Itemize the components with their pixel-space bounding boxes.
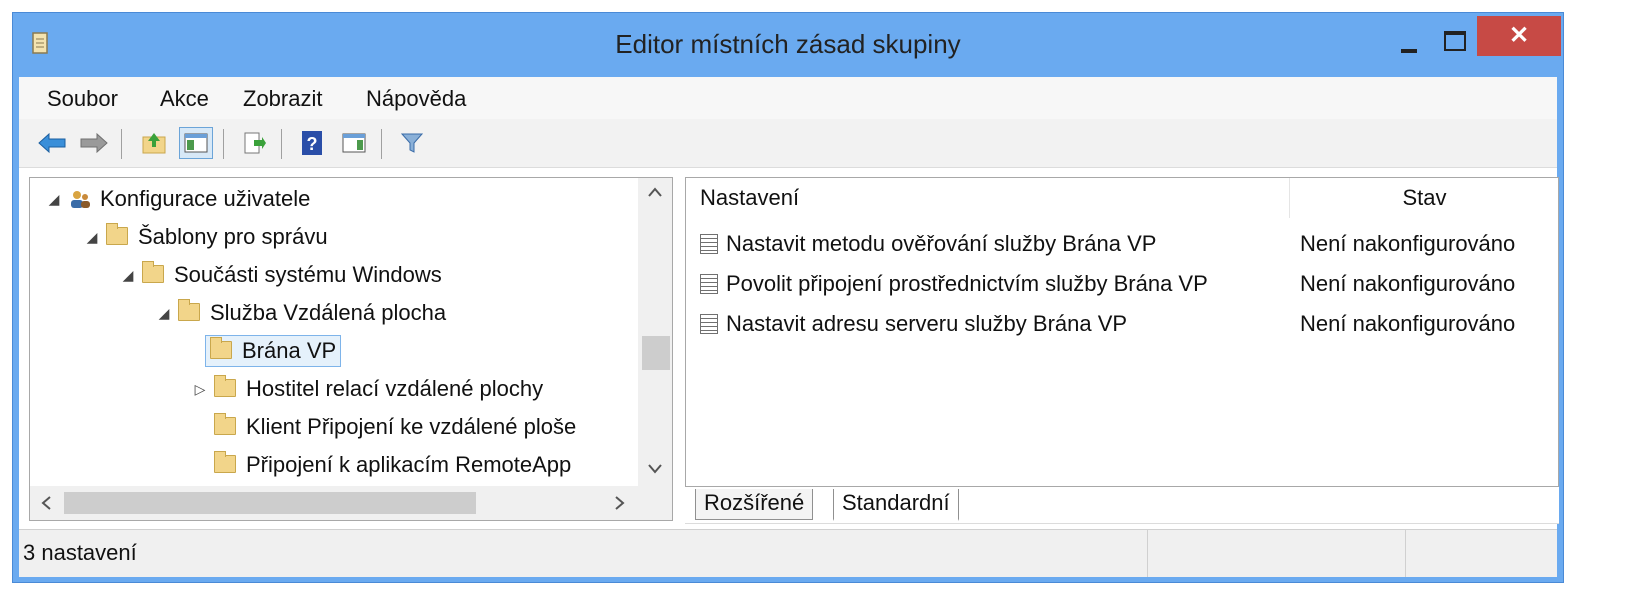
collapse-icon[interactable]: ◢ — [154, 305, 174, 322]
minimize-button[interactable] — [1385, 23, 1431, 61]
collapse-icon[interactable]: ◢ — [44, 191, 64, 208]
list-row[interactable]: Nastavit adresu serveru služby Brána VP … — [686, 304, 1558, 344]
setting-name: Povolit připojení prostřednictvím služby… — [726, 271, 1208, 296]
policy-setting-icon — [700, 234, 718, 254]
vertical-scroll-thumb[interactable] — [642, 336, 670, 370]
tree-item-konfigurace-uzivatele[interactable]: ◢ Konfigurace uživatele — [44, 181, 311, 217]
menu-napoveda[interactable]: Nápověda — [366, 86, 466, 112]
folder-icon — [214, 413, 236, 435]
setting-state: Není nakonfigurováno — [1300, 271, 1516, 296]
folder-icon — [178, 299, 200, 321]
column-header-nastaveni[interactable]: Nastavení — [686, 178, 1290, 218]
expand-icon[interactable]: ▷ — [190, 381, 210, 398]
export-list-icon[interactable] — [237, 127, 271, 159]
scroll-right-icon[interactable] — [614, 495, 626, 511]
tree-item-sluzba-vzdalena-plocha[interactable]: ◢ Služba Vzdálená plocha — [154, 295, 446, 331]
toolbar-separator — [223, 129, 224, 159]
forward-arrow-icon[interactable] — [77, 127, 111, 159]
show-hide-tree-icon[interactable] — [179, 127, 213, 159]
toolbar-separator — [121, 129, 122, 159]
folder-icon — [214, 451, 236, 473]
up-folder-icon[interactable] — [137, 127, 171, 159]
tab-standardni[interactable]: Standardní — [833, 489, 959, 521]
menu-bar: Soubor Akce Zobrazit Nápověda — [19, 77, 1557, 119]
setting-name: Nastavit adresu serveru služby Brána VP — [726, 311, 1128, 336]
scroll-down-icon[interactable] — [647, 463, 663, 475]
help-icon[interactable]: ? — [295, 127, 329, 159]
tree-item-sablony-pro-spravu[interactable]: ◢ Šablony pro správu — [82, 219, 328, 255]
policy-setting-icon — [700, 274, 718, 294]
collapse-icon[interactable]: ◢ — [118, 267, 138, 284]
folder-icon — [214, 375, 236, 397]
status-divider — [1405, 530, 1406, 577]
folder-icon — [142, 261, 164, 283]
list-row[interactable]: Povolit připojení prostřednictvím služby… — [686, 264, 1558, 304]
menu-soubor[interactable]: Soubor — [47, 86, 118, 112]
horizontal-scrollbar[interactable] — [30, 486, 672, 520]
tree-item-label: Šablony pro správu — [138, 224, 328, 249]
close-button[interactable]: ✕ — [1477, 16, 1561, 56]
setting-state: Není nakonfigurováno — [1300, 231, 1516, 256]
tree-item-soucasti-systemu-windows[interactable]: ◢ Součásti systému Windows — [118, 257, 442, 293]
tree-pane[interactable]: ◢ Konfigurace uživatele ◢ Šablony pro sp… — [29, 177, 673, 521]
filter-icon[interactable] — [395, 127, 429, 159]
tree-item-pripojeni-remoteapp[interactable]: Připojení k aplikacím RemoteApp — [190, 447, 571, 483]
list-row[interactable]: Nastavit metodu ověřování služby Brána V… — [686, 224, 1558, 264]
collapse-icon[interactable]: ◢ — [82, 229, 102, 246]
status-text: 3 nastavení — [23, 540, 137, 565]
maximize-button[interactable] — [1431, 23, 1477, 61]
window-title: Editor místních zásad skupiny — [615, 29, 961, 59]
app-window: Editor místních zásad skupiny ✕ Soubor A… — [12, 12, 1564, 583]
menu-zobrazit[interactable]: Zobrazit — [243, 86, 322, 112]
settings-list[interactable]: Nastavení Stav Nastavit metodu ověřování… — [685, 177, 1559, 487]
folder-icon — [106, 223, 128, 245]
client-area: Soubor Akce Zobrazit Nápověda ? ◢ Konfig… — [19, 77, 1559, 577]
tree-item-brana-vp[interactable]: Brána VP — [190, 333, 342, 369]
show-action-pane-icon[interactable] — [337, 127, 371, 159]
menu-akce[interactable]: Akce — [160, 86, 209, 112]
toolbar-separator — [281, 129, 282, 159]
setting-state: Není nakonfigurováno — [1300, 311, 1516, 336]
tree-item-klient-pripojeni[interactable]: Klient Připojení ke vzdálené ploše — [190, 409, 576, 445]
tree-item-label: Připojení k aplikacím RemoteApp — [246, 452, 572, 477]
back-arrow-icon[interactable] — [35, 127, 69, 159]
scroll-up-icon[interactable] — [647, 186, 663, 198]
toolbar-separator — [381, 129, 382, 159]
users-icon — [71, 191, 90, 208]
tree-item-label: Hostitel relací vzdálené plochy — [246, 376, 544, 401]
vertical-scrollbar[interactable] — [638, 178, 672, 486]
status-divider — [1147, 530, 1148, 577]
view-tabs: Rozšířené Standardní — [685, 487, 1559, 524]
setting-name: Nastavit metodu ověřování služby Brána V… — [726, 231, 1157, 256]
status-bar: 3 nastavení — [19, 529, 1557, 577]
tree-item-label: Klient Připojení ke vzdálené ploše — [246, 414, 577, 439]
tab-rozsirene[interactable]: Rozšířené — [695, 489, 814, 520]
tree-item-hostitel-relaci[interactable]: ▷ Hostitel relací vzdálené plochy — [190, 371, 543, 407]
policy-setting-icon — [700, 314, 718, 334]
toolbar: ? — [19, 119, 1557, 168]
scroll-left-icon[interactable] — [40, 495, 52, 511]
svg-text:?: ? — [307, 134, 318, 154]
tree-item-label: Konfigurace uživatele — [100, 186, 311, 211]
column-header-stav[interactable]: Stav — [1290, 178, 1558, 218]
tree-item-label: Součásti systému Windows — [174, 262, 442, 287]
tree-item-label: Brána VP — [242, 338, 337, 363]
tree-selection[interactable]: Brána VP — [205, 335, 342, 367]
folder-icon — [210, 337, 232, 359]
title-bar[interactable]: Editor místních zásad skupiny ✕ — [13, 13, 1563, 77]
horizontal-scroll-thumb[interactable] — [64, 492, 476, 514]
tree-item-label: Služba Vzdálená plocha — [210, 300, 447, 325]
